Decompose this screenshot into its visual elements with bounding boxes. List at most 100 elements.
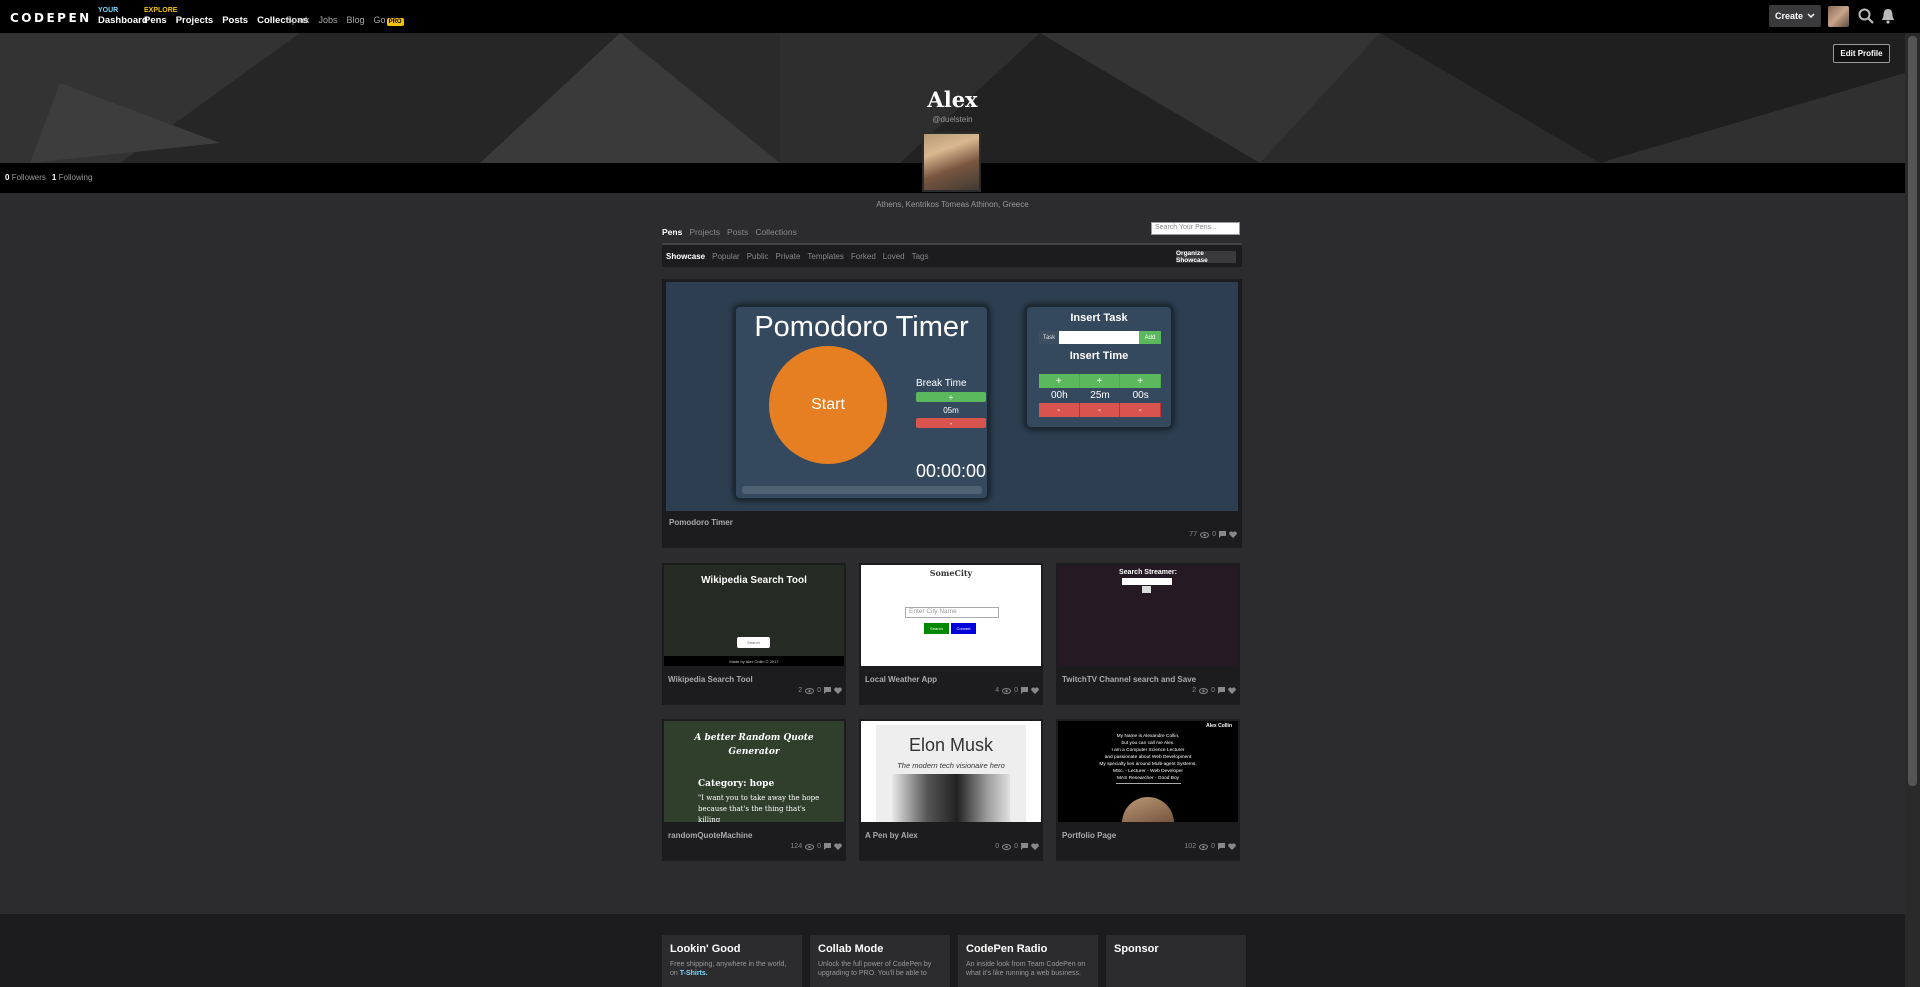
scrollbar-thumb[interactable] <box>1908 36 1917 786</box>
top-nav: CODEPEN YOUR Dashboard EXPLORE Pens Proj… <box>0 0 1920 33</box>
heart-icon[interactable] <box>834 843 842 850</box>
pen-card[interactable]: Alex Collin My Name is Alexandre Collin,… <box>1056 719 1240 861</box>
nav-jobs-link[interactable]: Jobs <box>319 15 338 25</box>
comments-count: 0 <box>817 687 821 694</box>
heart-icon[interactable] <box>1229 531 1237 538</box>
subtab-popular[interactable]: Popular <box>712 252 740 261</box>
eye-icon <box>1002 843 1012 850</box>
subtab-showcase[interactable]: Showcase <box>666 252 705 261</box>
pen-card[interactable]: SomeCity Enter City Name Search Convert … <box>859 563 1043 705</box>
views-count: 124 <box>790 843 803 850</box>
subtab-private[interactable]: Private <box>776 252 801 261</box>
pen-card[interactable]: Wikipedia Search Tool Search Made by Ale… <box>662 563 846 705</box>
comment-icon[interactable] <box>1021 687 1028 694</box>
footer-card-lookin-good[interactable]: Lookin' Good Free shipping, anywhere in … <box>662 935 802 987</box>
pen-preview[interactable]: Alex Collin My Name is Alexandre Collin,… <box>1058 721 1238 822</box>
comment-icon[interactable] <box>824 843 831 850</box>
pen-stats: 102 0 <box>1184 843 1236 850</box>
user-avatar[interactable] <box>1828 6 1849 27</box>
subtab-templates[interactable]: Templates <box>807 252 843 261</box>
heart-icon[interactable] <box>1031 843 1039 850</box>
pomodoro-panel: Pomodoro Timer Start Break Time + 05m - … <box>734 305 989 500</box>
featured-pen-title[interactable]: Pomodoro Timer <box>669 518 733 527</box>
tab-collections[interactable]: Collections <box>755 227 797 237</box>
time-minus-minutes: - <box>1079 403 1121 417</box>
preview-bio-line: My specialty lies around Multi-agent Sys… <box>1099 762 1197 767</box>
nav-go-pro-link[interactable]: Go PRO <box>374 15 404 26</box>
nav-explore-group: EXPLORE Pens Projects Posts Collections <box>144 7 308 27</box>
organize-showcase-button[interactable]: Organize Showcase <box>1176 250 1236 264</box>
followers-link[interactable]: 0 Followers <box>5 173 46 182</box>
heart-icon[interactable] <box>834 687 842 694</box>
heart-icon[interactable] <box>1228 687 1236 694</box>
nav-posts-link[interactable]: Posts <box>222 15 248 27</box>
pen-title[interactable]: A Pen by Alex <box>865 831 918 840</box>
tab-posts[interactable]: Posts <box>727 227 748 237</box>
pen-preview[interactable]: SomeCity Enter City Name Search Convert <box>861 565 1041 666</box>
search-icon[interactable] <box>1857 7 1875 25</box>
heart-icon[interactable] <box>1031 687 1039 694</box>
pen-preview[interactable]: A better Random Quote Generator Category… <box>664 721 844 822</box>
following-link[interactable]: 1 Following <box>52 173 92 182</box>
time-minus-row: - - - <box>1039 403 1162 417</box>
views-count: 4 <box>995 687 1000 694</box>
nav-pens-link[interactable]: Pens <box>144 15 167 27</box>
following-count: 1 <box>51 173 57 182</box>
nav-dashboard-link[interactable]: Dashboard <box>98 15 148 27</box>
time-seconds: 00s <box>1132 389 1149 401</box>
pen-title[interactable]: randomQuoteMachine <box>668 831 752 840</box>
codepen-logo[interactable]: CODEPEN <box>10 11 92 25</box>
featured-pen-card[interactable]: Pomodoro Timer Start Break Time + 05m - … <box>662 279 1242 548</box>
pen-title[interactable]: Portfolio Page <box>1062 831 1116 840</box>
comments-count: 0 <box>1014 687 1018 694</box>
tab-projects[interactable]: Projects <box>689 227 720 237</box>
eye-icon <box>805 687 815 694</box>
insert-time-heading: Insert Time <box>1069 350 1129 362</box>
tab-pens[interactable]: Pens <box>662 227 682 237</box>
nav-blog-link[interactable]: Blog <box>347 15 365 25</box>
comment-icon[interactable] <box>1218 687 1225 694</box>
comment-icon[interactable] <box>1021 843 1028 850</box>
bell-icon[interactable] <box>1879 7 1897 25</box>
preview-heading: Elon Musk <box>908 735 994 755</box>
pen-preview[interactable]: Elon Musk The modern tech visionaire her… <box>861 721 1041 822</box>
pen-preview[interactable]: Search Streamer: <box>1058 565 1238 666</box>
footer-card-collab[interactable]: Collab Mode Unlock the full power of Cod… <box>810 935 950 987</box>
pen-title[interactable]: Local Weather App <box>865 675 937 684</box>
pen-card[interactable]: Search Streamer: TwitchTV Channel search… <box>1056 563 1240 705</box>
footer-card-title: Lookin' Good <box>670 943 741 955</box>
comment-icon[interactable] <box>824 687 831 694</box>
footer-card-radio[interactable]: CodePen Radio An inside look from Team C… <box>958 935 1098 987</box>
pen-card[interactable]: Elon Musk The modern tech visionaire her… <box>859 719 1043 861</box>
following-label: Following <box>58 173 93 182</box>
create-button[interactable]: Create <box>1769 5 1821 27</box>
search-pens-input[interactable]: Search Your Pens... <box>1151 222 1240 235</box>
edit-profile-button[interactable]: Edit Profile <box>1833 44 1890 63</box>
pen-title[interactable]: TwitchTV Channel search and Save <box>1062 675 1196 684</box>
tshirts-link[interactable]: T-Shirts. <box>680 970 708 977</box>
footer-card-sponsor[interactable]: Sponsor <box>1106 935 1246 987</box>
preview-bio-line: but you can call me Alex. <box>1121 741 1175 746</box>
comment-icon[interactable] <box>1219 531 1226 538</box>
nav-spark-link[interactable]: Spark <box>286 15 310 25</box>
pen-stats: 2 0 <box>798 687 842 694</box>
subtab-loved[interactable]: Loved <box>883 252 905 261</box>
subtab-forked[interactable]: Forked <box>851 252 876 261</box>
nav-projects-link[interactable]: Projects <box>176 15 214 27</box>
featured-pen-preview[interactable]: Pomodoro Timer Start Break Time + 05m - … <box>666 282 1238 511</box>
pen-preview[interactable]: Wikipedia Search Tool Search Made by Ale… <box>664 565 844 666</box>
insert-task-heading: Insert Task <box>1070 312 1128 324</box>
heart-icon[interactable] <box>1228 843 1236 850</box>
comment-icon[interactable] <box>1218 843 1225 850</box>
pen-title[interactable]: Wikipedia Search Tool <box>668 675 753 684</box>
task-panel: Insert Task Task Add Insert Time + + + 0… <box>1025 305 1173 429</box>
pen-card[interactable]: A better Random Quote Generator Category… <box>662 719 846 861</box>
preview-avatar <box>1122 797 1174 822</box>
subtab-tags[interactable]: Tags <box>912 252 929 261</box>
comments-count: 0 <box>1014 843 1018 850</box>
break-value: 05m <box>943 406 959 415</box>
time-plus-hours: + <box>1039 374 1080 388</box>
pen-stats: 2 0 <box>1192 687 1236 694</box>
subtab-public[interactable]: Public <box>747 252 769 261</box>
pomodoro-start-circle: Start <box>769 346 887 464</box>
